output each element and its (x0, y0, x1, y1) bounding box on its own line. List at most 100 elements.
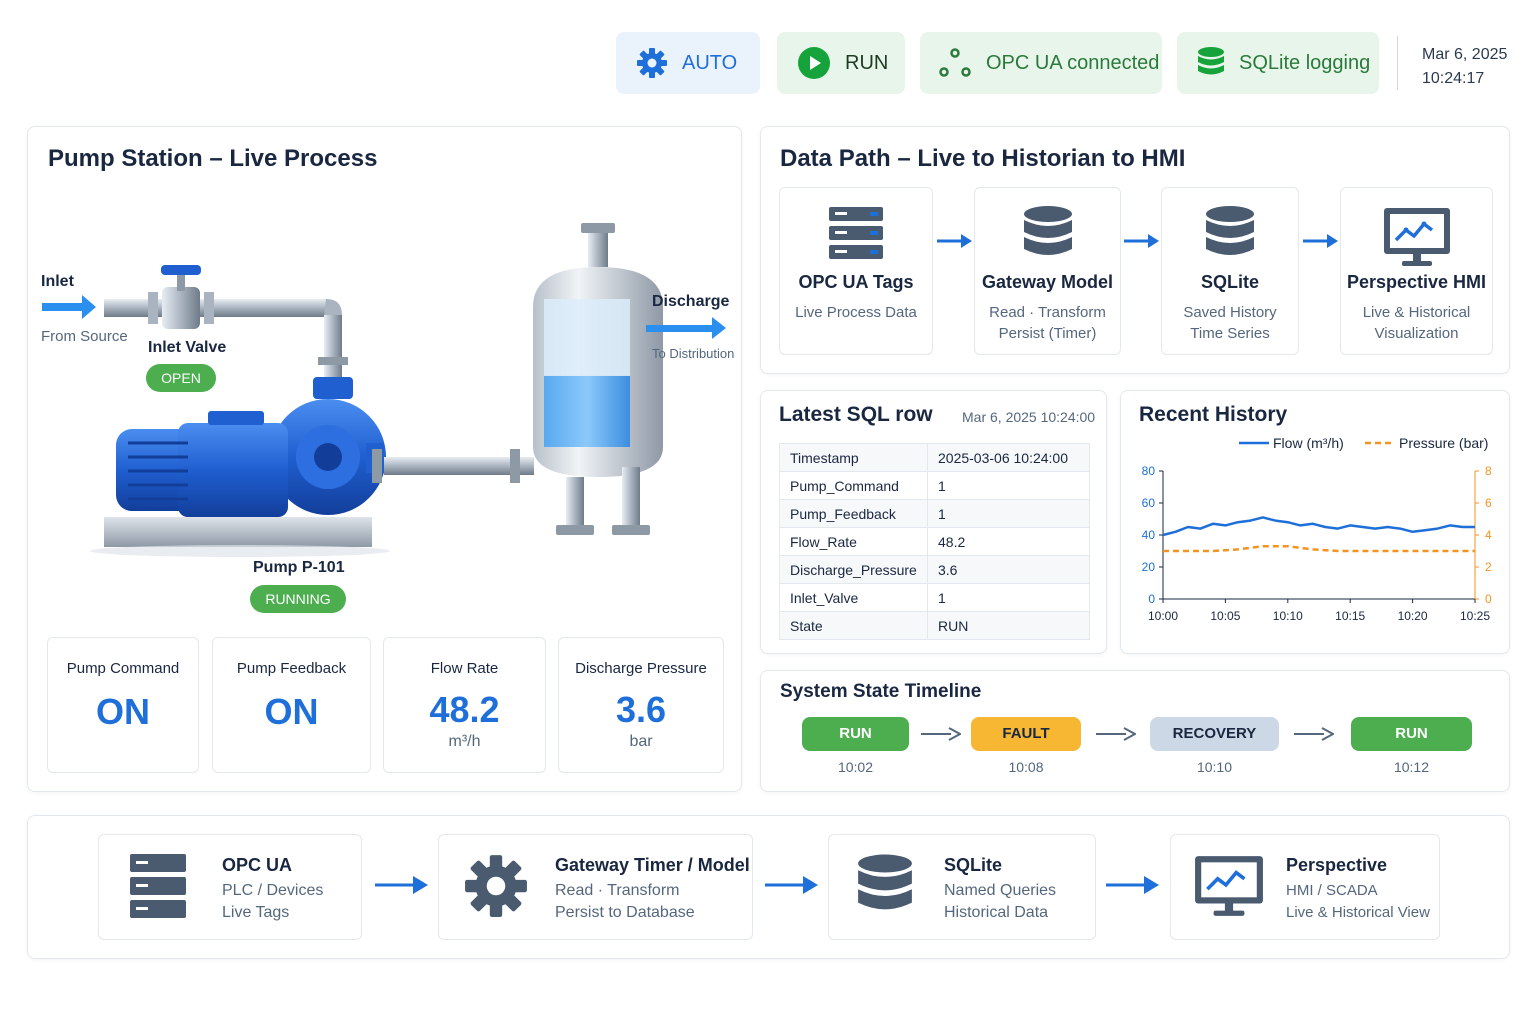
sql-row-timestamp: Mar 6, 2025 10:24:00 (962, 409, 1096, 425)
kpi-pump-feedback: Pump Feedback ON (212, 637, 371, 773)
kpi-unit: m³/h (448, 733, 481, 750)
kpi-value: 3.6 (615, 689, 667, 730)
kpi-unit: bar (629, 733, 653, 750)
sql-field-value: 1 (927, 499, 1090, 528)
monitor-chart-icon (1195, 856, 1263, 916)
database-icon (1198, 47, 1224, 75)
sql-field-name: State (779, 611, 928, 640)
monitor-chart-icon (1383, 208, 1450, 266)
sql-field-value: 48.2 (927, 527, 1090, 556)
x-tick-label: 10:00 (1148, 609, 1178, 623)
database-icon (1206, 206, 1254, 255)
timeline-time: 10:08 (1008, 759, 1044, 775)
play-icon (798, 47, 830, 79)
gear-icon (465, 855, 527, 917)
sql-field-name: Inlet_Valve (779, 583, 928, 612)
header-date: Mar 6, 2025 (1422, 46, 1508, 63)
dp-card-title: Gateway Model (981, 272, 1114, 292)
inlet-valve-label: Inlet Valve (148, 339, 227, 356)
tank-water-level (544, 375, 630, 447)
arrow-right-icon (921, 727, 961, 741)
discharge-label: Discharge (652, 293, 730, 310)
dp-card-line2: Visualization (1374, 325, 1459, 342)
arch-card-line2: Historical Data (944, 904, 1049, 921)
arch-card-line1: HMI / SCADA (1286, 882, 1378, 899)
sqlite-logging-chip[interactable]: SQLite logging (1177, 32, 1379, 94)
timeline-state-fault[interactable]: FAULT (971, 717, 1081, 751)
table-row: Pump_Command 1 (779, 471, 1090, 500)
kpi-discharge-pressure: Discharge Pressure 3.6 bar (558, 637, 724, 773)
timeline-state-run-1[interactable]: RUN (802, 717, 909, 751)
timeline-state-recovery[interactable]: RECOVERY (1150, 717, 1279, 751)
history-chart: 0 20 40 60 80 0 2 4 6 8 10:00 10:05 10:10 10:15 10:20 1… (1142, 435, 1492, 623)
y-left-tick-label: 0 (1148, 592, 1155, 606)
arch-card-line2: Live Tags (222, 904, 290, 921)
y-left-tick-label: 40 (1142, 528, 1156, 542)
run-chip[interactable]: RUN (777, 32, 905, 94)
arch-card-opc-ua[interactable]: OPC UA PLC / Devices Live Tags (98, 834, 362, 940)
dp-card-perspective-hmi[interactable]: Perspective HMI Live & Historical Visuali… (1340, 187, 1493, 355)
arch-card-line2: Persist to Database (555, 904, 695, 921)
inlet-valve-status-badge: OPEN (146, 364, 216, 392)
kpi-pump-command: Pump Command ON (47, 637, 199, 773)
kpi-value: ON (96, 691, 150, 732)
arch-card-gateway[interactable]: Gateway Timer / Model Read · Transform P… (438, 834, 753, 940)
opc-status-chip[interactable]: OPC UA connected (920, 32, 1162, 94)
table-row: Inlet_Valve 1 (779, 583, 1090, 612)
database-icon (858, 854, 912, 910)
legend-flow-label: Flow (m³/h) (1273, 435, 1344, 451)
x-tick-label: 10:05 (1210, 609, 1240, 623)
dp-card-opc-tags[interactable]: OPC UA Tags Live Process Data (779, 187, 933, 355)
y-right-tick-label: 6 (1485, 496, 1492, 510)
y-left-tick-label: 60 (1142, 496, 1156, 510)
arrow-right-icon (1303, 234, 1338, 248)
header-time: 10:24:17 (1422, 70, 1485, 87)
arch-card-sqlite[interactable]: SQLite Named Queries Historical Data (828, 834, 1096, 940)
series-line-flow (1162, 516, 1475, 537)
dp-card-gateway-model[interactable]: Gateway Model Read · Transform Persist (T… (974, 187, 1121, 355)
y-left-tick-label: 80 (1142, 464, 1156, 478)
sql-field-name: Discharge_Pressure (779, 555, 928, 584)
sql-field-name: Flow_Rate (779, 527, 928, 556)
y-left-tick-label: 20 (1142, 560, 1156, 574)
header-divider (1397, 36, 1398, 90)
process-diagram (42, 223, 726, 557)
gear-icon (637, 48, 667, 78)
latest-sql-row-panel: Latest SQL row Mar 6, 2025 10:24:00 Time… (760, 390, 1107, 654)
sql-field-value: 1 (927, 471, 1090, 500)
arch-card-line2: Live & Historical View (1286, 904, 1430, 921)
arch-card-title: Perspective (1286, 855, 1388, 875)
x-tick-label: 10:25 (1460, 609, 1490, 623)
sql-row-title: Latest SQL row (779, 403, 933, 426)
dp-card-subtitle: Live & Historical Visualization (1341, 302, 1492, 344)
pump-station-panel: Pump Station – Live Process Inlet From S… (27, 126, 742, 792)
run-label: RUN (845, 51, 889, 74)
arrow-right-icon (375, 876, 428, 894)
pump-station-title: Pump Station – Live Process (48, 145, 378, 172)
timeline-state-run-2[interactable]: RUN (1351, 717, 1472, 751)
arrow-right-icon (1106, 876, 1159, 894)
kpi-title: Pump Feedback (236, 660, 347, 677)
sql-row-table: Timestamp 2025-03-06 10:24:00 Pump_Command… (779, 443, 1090, 640)
arrow-right-icon (1096, 727, 1136, 741)
dp-card-title: OPC UA Tags (798, 272, 914, 292)
arch-card-line1: Named Queries (944, 882, 1057, 899)
table-row: Discharge_Pressure 3.6 (779, 555, 1090, 584)
dp-card-sqlite[interactable]: SQLite Saved History Time Series (1161, 187, 1299, 355)
table-row: Pump_Feedback 1 (779, 499, 1090, 528)
network-nodes-icon (939, 48, 971, 77)
system-state-timeline-panel: System State Timeline RUN 10:02 FAULT 10… (760, 670, 1510, 792)
legend-pressure-label: Pressure (bar) (1399, 435, 1488, 451)
timeline-time: 10:02 (837, 759, 874, 775)
y-right-tick-label: 2 (1485, 560, 1492, 574)
sqlite-logging-label: SQLite logging (1239, 51, 1371, 74)
arrow-right-icon (937, 234, 972, 248)
dp-card-line1: Read · Transform (989, 304, 1106, 321)
arch-card-title: SQLite (944, 855, 1003, 875)
dp-card-title: SQLite (1200, 272, 1259, 292)
sql-field-value: RUN (927, 611, 1090, 640)
arch-card-perspective[interactable]: Perspective HMI / SCADA Live & Historica… (1170, 834, 1440, 940)
y-right-tick-label: 4 (1485, 528, 1492, 542)
mode-auto-chip[interactable]: AUTO (616, 32, 760, 94)
dp-card-line1: Saved History (1183, 304, 1277, 321)
